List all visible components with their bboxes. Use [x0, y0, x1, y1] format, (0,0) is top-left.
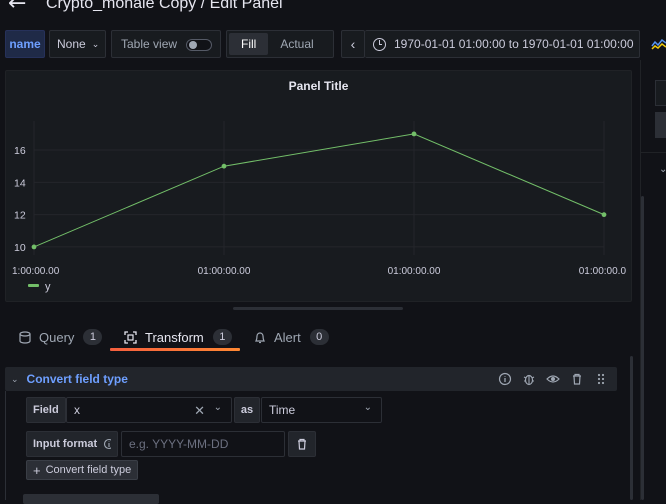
table-view-label: Table view [121, 37, 178, 51]
scrollbar[interactable] [630, 356, 633, 500]
variable-select-value: None [57, 37, 86, 51]
toggle-switch[interactable] [186, 39, 212, 51]
y-tick-label: 10 [14, 242, 26, 254]
pane-splitter[interactable] [233, 307, 403, 310]
tab-label: Query [39, 329, 75, 345]
transform-editor: ⌄ Convert field type Field x ✕ ⌄ as Time… [0, 352, 632, 504]
legend-swatch [28, 284, 39, 287]
tab-alert[interactable]: Alert 0 [254, 326, 329, 348]
input-format-field[interactable] [121, 431, 285, 457]
x-tick-label: 1:00:00.00 [12, 266, 60, 277]
transformation-actions [497, 371, 609, 387]
transformation-body: Field x ✕ ⌄ as Time ⌄ Input format + Con… [5, 391, 617, 500]
time-series-chart: 101214161:00:00.00 01:00:00.00 01:00:00.00… [12, 121, 627, 293]
add-convert-field-type-button[interactable]: + Convert field type [26, 460, 139, 480]
input-format-input[interactable] [129, 437, 279, 451]
drag-handle-icon[interactable] [593, 371, 609, 387]
transform-icon [124, 330, 137, 344]
database-icon [19, 330, 31, 344]
info-icon[interactable] [103, 438, 111, 450]
variable-name-label: name [5, 30, 45, 58]
x-tick-label: 01:00:00.00 [388, 266, 441, 277]
tab-query[interactable]: Query 1 [19, 326, 103, 348]
add-button-label: Convert field type [45, 464, 132, 476]
actual-option[interactable]: Actual [268, 33, 325, 55]
eye-icon[interactable] [545, 371, 561, 387]
clock-icon [373, 37, 386, 51]
debug-icon[interactable] [521, 371, 537, 387]
type-select[interactable]: Time ⌄ [261, 397, 382, 423]
tab-label: Alert [274, 329, 301, 345]
options-pane: ⌄ [640, 60, 666, 500]
trash-icon [298, 438, 306, 450]
info-icon[interactable] [497, 371, 513, 387]
x-tick-label: 01:00:00.0 [579, 266, 627, 277]
data-point[interactable] [31, 244, 37, 250]
field-label: Field [26, 397, 66, 423]
tab-transform[interactable]: Transform 1 [124, 326, 232, 348]
divider [641, 152, 666, 153]
options-tab[interactable] [655, 112, 666, 138]
top-bar: ← Crypto_monale Copy / Edit Panel [0, 0, 666, 22]
tab-count-badge: 1 [212, 329, 232, 345]
back-arrow-icon[interactable]: ← [8, 0, 26, 15]
trash-icon[interactable] [569, 371, 585, 387]
chevron-down-icon: ⌄ [213, 402, 222, 413]
options-search-input[interactable] [655, 80, 666, 106]
data-point[interactable] [411, 131, 417, 137]
scrollbar[interactable] [641, 196, 644, 500]
input-format-label: Input format [26, 431, 118, 457]
add-another-transformation-button[interactable] [23, 494, 159, 504]
plus-icon: + [33, 462, 41, 478]
table-view-toggle[interactable]: Table view [111, 30, 221, 58]
legend-label[interactable]: y [45, 281, 51, 293]
y-tick-label: 16 [14, 145, 26, 157]
input-format-label-text: Input format [33, 438, 98, 450]
time-range-picker[interactable]: 1970-01-01 01:00:00 to 1970-01-01 01:00:… [365, 30, 640, 58]
chevron-down-icon: ⌄ [91, 38, 100, 49]
bell-icon [255, 331, 265, 343]
field-select-value: x [74, 403, 80, 417]
editor-tabs: Query 1 Transform 1 Alert 0 [0, 320, 640, 352]
chevron-down-icon[interactable]: ⌄ [11, 374, 19, 385]
tab-count-badge: 0 [309, 329, 329, 345]
chevron-down-icon[interactable]: ⌄ [659, 164, 666, 175]
series-line-y [33, 133, 605, 248]
variable-select[interactable]: None ⌄ [49, 30, 106, 58]
transformation-header[interactable]: ⌄ Convert field type [5, 367, 617, 391]
data-point[interactable] [221, 163, 227, 169]
field-select[interactable]: x ✕ ⌄ [66, 397, 232, 423]
y-tick-label: 12 [14, 210, 26, 222]
tab-count-badge: 1 [83, 329, 103, 345]
chevron-down-icon: ⌄ [363, 402, 372, 413]
clear-icon[interactable]: ✕ [194, 403, 205, 419]
type-select-value: Time [269, 403, 296, 417]
active-tab-indicator [110, 348, 240, 351]
time-shift-back-button[interactable]: ‹ [341, 30, 365, 58]
as-label: as [234, 397, 260, 423]
time-range-text: 1970-01-01 01:00:00 to 1970-01-01 01:00:… [394, 37, 634, 51]
transformation-title: Convert field type [26, 372, 128, 386]
y-tick-label: 14 [14, 177, 26, 189]
x-tick-label: 01:00:00.00 [198, 266, 251, 277]
fill-actual-radio-group: Fill Actual [226, 30, 334, 58]
page-title: Crypto_monale Copy / Edit Panel [46, 0, 283, 12]
visualization-picker-icon[interactable] [650, 34, 666, 54]
tab-label: Transform [145, 329, 204, 345]
panel-preview: Panel Title 10 12 14 16 1:00:00.00 01:00:00.0… [5, 70, 632, 302]
delete-format-button[interactable] [288, 431, 316, 457]
data-point[interactable] [601, 212, 607, 218]
chevron-left-icon: ‹ [350, 36, 356, 52]
fill-option[interactable]: Fill [229, 33, 269, 55]
panel-toolbar: name None ⌄ Table view Fill Actual ‹ 197… [0, 28, 666, 60]
